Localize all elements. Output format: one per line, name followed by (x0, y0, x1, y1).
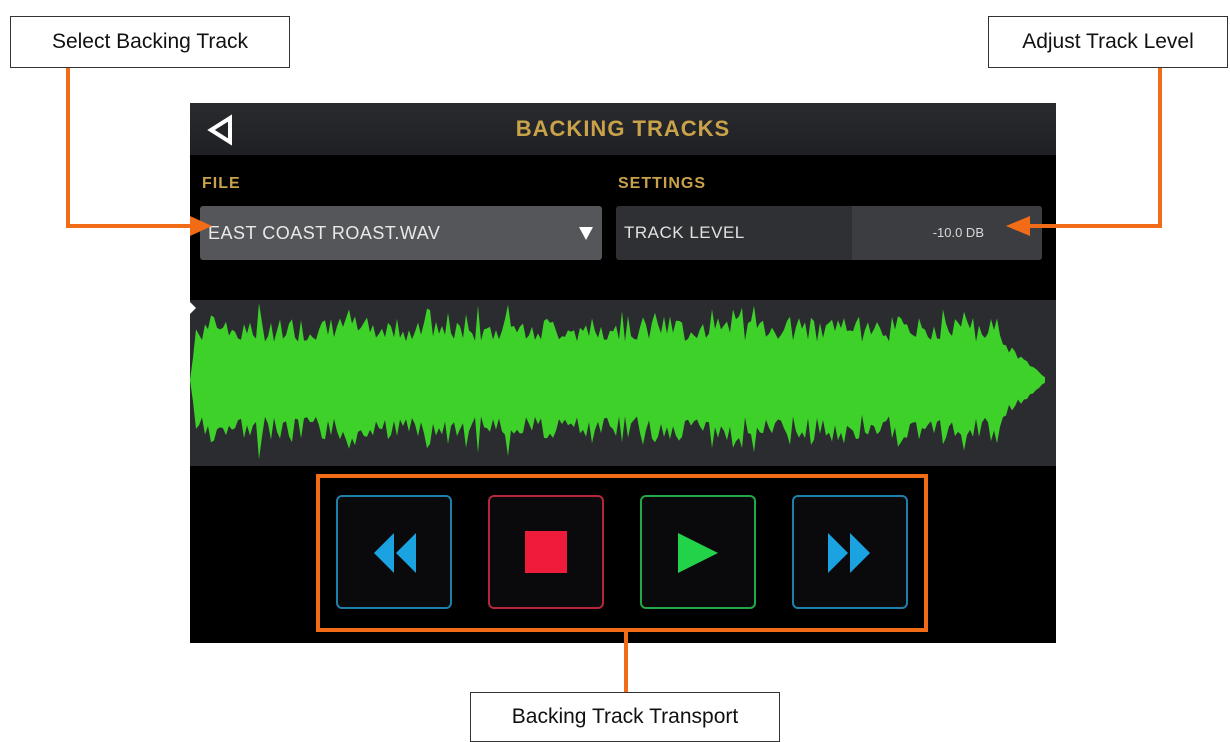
track-level-label: TRACK LEVEL (624, 223, 745, 242)
stop-button[interactable] (488, 495, 604, 609)
waveform-graph (190, 302, 1045, 460)
backing-tracks-screen: BACKING TRACKS FILE SETTINGS EAST COAST … (190, 103, 1056, 643)
callout-adjust-track-level: Adjust Track Level (988, 16, 1228, 68)
rewind-button[interactable] (336, 495, 452, 609)
selected-file-name: EAST COAST ROAST.WAV (208, 223, 441, 243)
file-section-label: FILE (202, 175, 241, 192)
fast-forward-button[interactable] (792, 495, 908, 609)
callout-backing-track-transport: Backing Track Transport (470, 692, 780, 742)
track-level-value: -10.0 DB (932, 225, 984, 240)
play-button[interactable] (640, 495, 756, 609)
back-triangle-icon (207, 114, 232, 146)
waveform-shape (190, 303, 1045, 460)
callout-select-backing-track: Select Backing Track (10, 16, 290, 68)
back-button[interactable] (204, 113, 238, 147)
page-title: BACKING TRACKS (515, 116, 731, 141)
waveform-display[interactable] (190, 300, 1056, 466)
stop-icon (525, 531, 567, 573)
settings-section-label: SETTINGS (618, 175, 707, 192)
playhead-marker (190, 302, 196, 314)
track-level-setting[interactable]: TRACK LEVEL -10.0 DB (616, 206, 1042, 260)
select-track-arrow-line (66, 68, 190, 228)
play-icon (678, 533, 718, 573)
rewind-icon (374, 533, 416, 573)
chevron-down-icon (579, 227, 593, 240)
file-select-dropdown[interactable]: EAST COAST ROAST.WAV (200, 206, 602, 260)
track-level-value-box[interactable]: -10.0 DB (852, 206, 1042, 260)
fast-forward-icon (828, 533, 870, 573)
screen-header: BACKING TRACKS (190, 103, 1056, 155)
